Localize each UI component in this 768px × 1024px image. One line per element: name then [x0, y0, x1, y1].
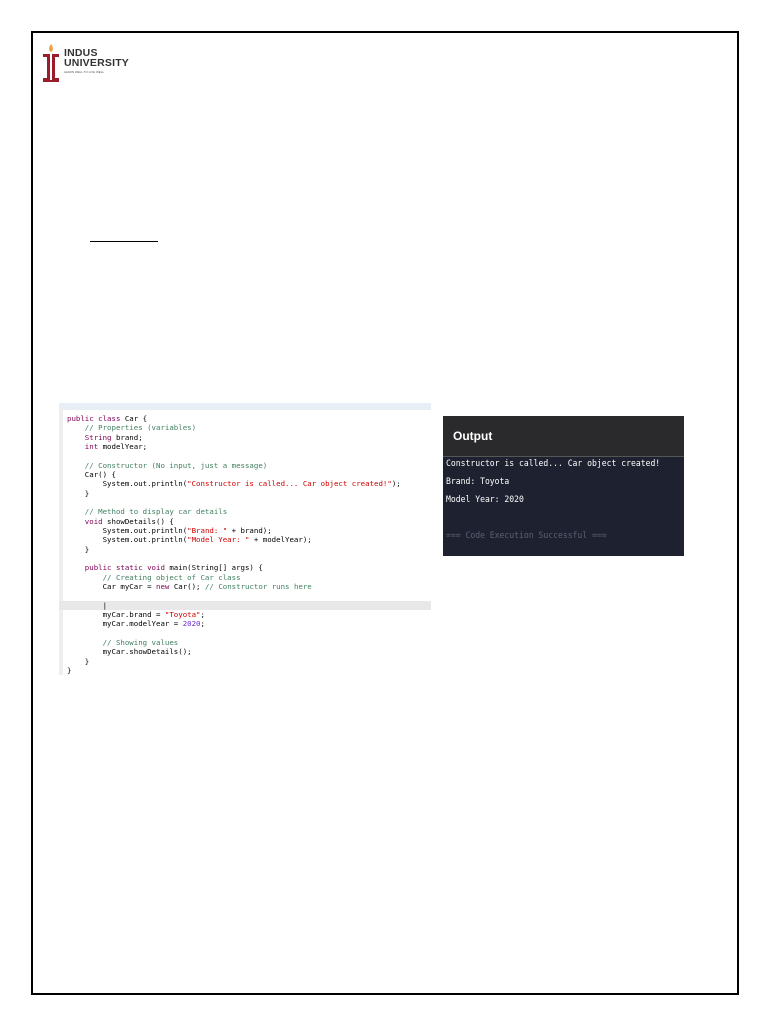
code-token: myCar.modelYear = — [67, 619, 183, 629]
code-line: myCar.showDetails(); — [67, 647, 431, 656]
code-token: } — [67, 665, 72, 675]
editor-gutter — [59, 410, 63, 675]
code-token: 2020 — [182, 619, 201, 629]
code-token: "Model Year: " — [187, 535, 250, 545]
code-token: } — [67, 544, 90, 554]
code-token: showDetails() { — [107, 516, 174, 526]
code-line: System.out.println("Brand: " + brand); — [67, 526, 431, 535]
code-token: Car { — [124, 414, 148, 423]
code-line: System.out.println("Constructor is calle… — [67, 479, 431, 488]
code-line: Car myCar = new Car(); // Constructor ru… — [67, 582, 431, 591]
code-token: main(String[] args) { — [169, 563, 263, 573]
underlined-blank — [90, 241, 158, 242]
output-panel: Output Constructor is called... Car obje… — [443, 416, 684, 556]
code-token: // Constructor (No input, just a message… — [67, 460, 268, 470]
code-token: ; — [200, 609, 205, 619]
code-line: public class Car { — [67, 414, 431, 423]
code-token: void — [67, 516, 108, 526]
code-line: String brand; — [67, 433, 431, 442]
code-token: | — [67, 600, 108, 610]
code-token: } — [67, 488, 90, 498]
code-token: "Brand: " — [187, 525, 228, 535]
code-line: // Showing values — [67, 638, 431, 647]
indus-university-logo: INDUS UNIVERSITY LEARN WELL TO LIVE WELL — [40, 42, 140, 86]
code-token: + brand); — [227, 525, 272, 535]
code-token: // Creating object of Car class — [67, 572, 241, 582]
code-line: // Creating object of Car class — [67, 573, 431, 582]
code-line: myCar.brand = "Toyota"; — [67, 610, 431, 619]
code-token: modelYear; — [102, 441, 148, 451]
code-token: } — [67, 656, 90, 666]
code-token: System.out.println( — [67, 525, 188, 535]
code-token: System.out.println( — [67, 479, 188, 489]
code-token: + modelYear); — [249, 535, 312, 545]
code-line: void showDetails() { — [67, 517, 431, 526]
code-token: Car(); — [173, 581, 205, 591]
code-token: new — [156, 581, 174, 591]
code-line: myCar.modelYear = 2020; — [67, 619, 431, 628]
code-line: // Method to display car details — [67, 507, 431, 516]
code-token: ; — [200, 619, 205, 629]
code-token: public static void — [67, 563, 170, 573]
code-line: Car() { — [67, 470, 431, 479]
code-token: "Toyota" — [164, 609, 201, 619]
code-token: "Constructor is called... Car object cre… — [187, 479, 392, 489]
output-line: Brand: Toyota — [446, 476, 510, 487]
code-line: int modelYear; — [67, 442, 431, 451]
logo-line2: UNIVERSITY — [64, 57, 130, 69]
code-token: // Showing values — [67, 637, 179, 647]
output-line: === Code Execution Successful === — [446, 530, 607, 541]
code-token: String — [67, 432, 116, 442]
code-token: Car() { — [67, 469, 116, 479]
code-token: brand; — [115, 432, 143, 442]
code-line: } — [67, 545, 431, 554]
code-token: public class — [67, 414, 125, 423]
code-token: myCar.showDetails(); — [67, 647, 192, 657]
code-line: // Constructor (No input, just a message… — [67, 461, 431, 470]
code-token: // Properties (variables) — [67, 423, 197, 433]
output-title: Output — [443, 416, 684, 457]
code-token: myCar.brand = — [67, 609, 165, 619]
code-token: System.out.println( — [67, 535, 188, 545]
code-editor-screenshot: public class Car { // Properties (variab… — [59, 403, 431, 675]
code-line: public static void main(String[] args) { — [67, 563, 431, 572]
code-token: ); — [391, 479, 401, 489]
code-line: } — [67, 489, 431, 498]
output-line: Constructor is called... Car object crea… — [446, 458, 661, 469]
code-token: int — [67, 441, 103, 451]
logo-tagline: LEARN WELL TO LIVE WELL — [64, 70, 105, 74]
code-line: // Properties (variables) — [67, 423, 431, 432]
code-token: // Constructor runs here — [204, 581, 312, 591]
code-line: } — [67, 657, 431, 666]
output-line: Model Year: 2020 — [446, 494, 524, 505]
torch-icon — [43, 44, 59, 82]
code-token: // Method to display car details — [67, 507, 228, 517]
editor-top-bar — [59, 403, 431, 410]
code-line: | — [59, 600, 431, 610]
code-line: } — [67, 666, 431, 675]
code-line: System.out.println("Model Year: " + mode… — [67, 535, 431, 544]
code-token: Car myCar = — [67, 581, 156, 591]
